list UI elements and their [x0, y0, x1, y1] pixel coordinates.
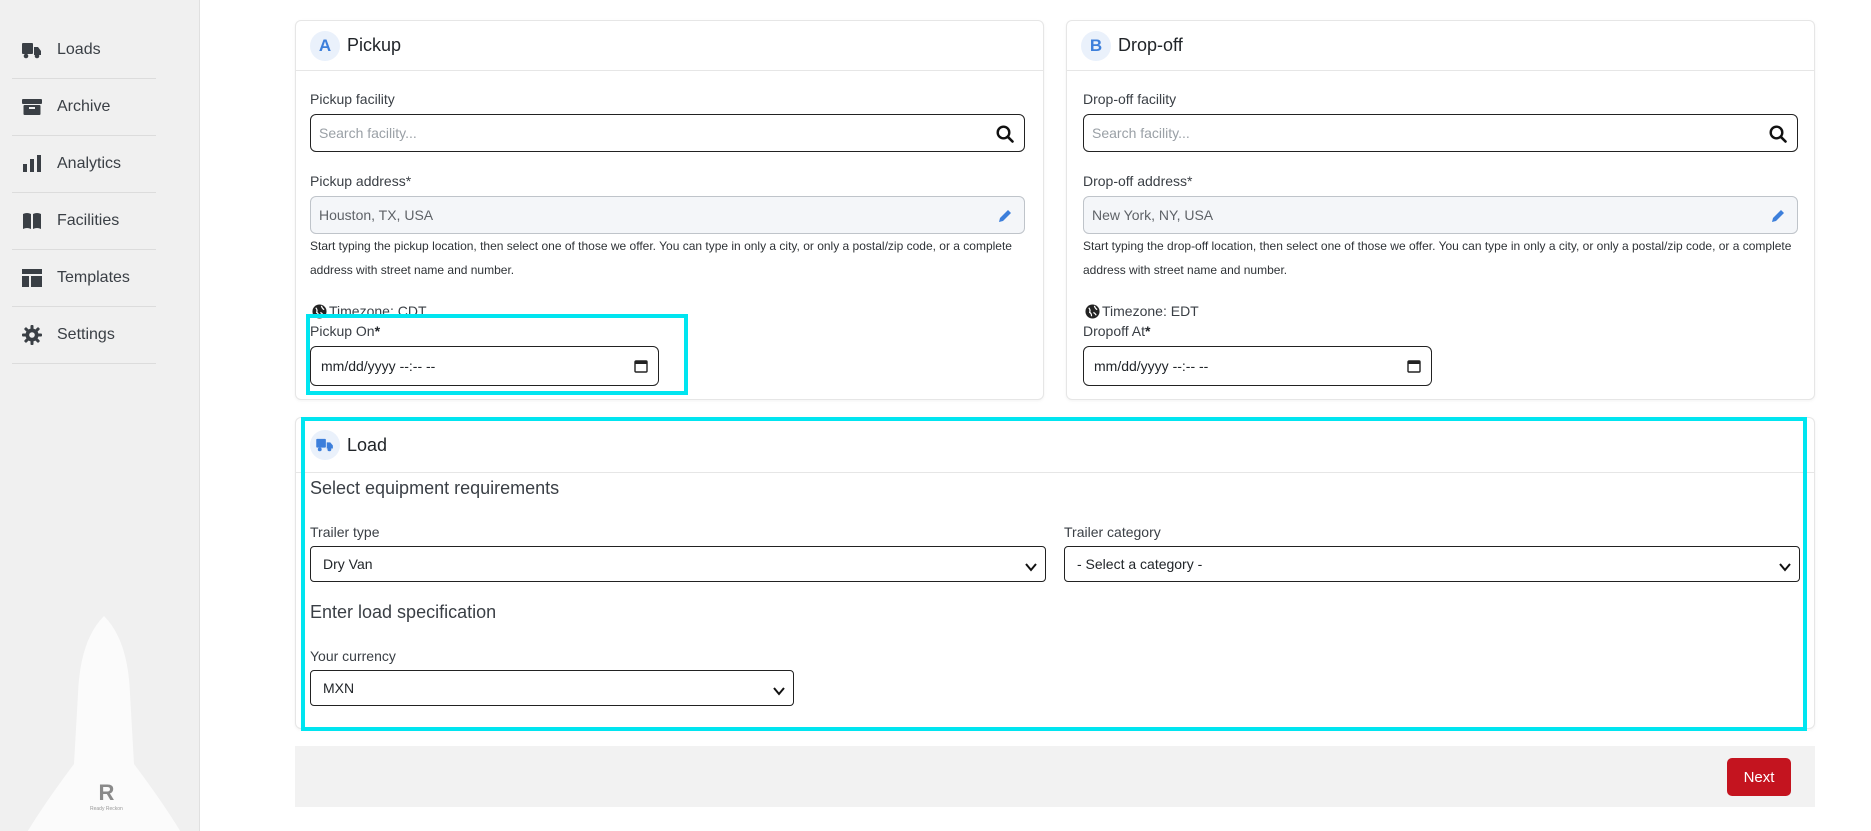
- load-title: Load: [347, 434, 388, 455]
- currency-value: MXN: [323, 680, 355, 696]
- pencil-icon[interactable]: [1768, 206, 1788, 226]
- sidebar-item-label: Templates: [57, 269, 130, 286]
- required-marker: *: [405, 173, 412, 189]
- required-marker: *: [374, 323, 381, 339]
- sidebar: Loads Archive Analytics Facilities Templ…: [0, 0, 200, 831]
- dropoff-facility-placeholder: Search facility...: [1092, 125, 1190, 141]
- dropoff-card-header: B Drop-off: [1067, 21, 1814, 71]
- required-marker: *: [1145, 323, 1151, 339]
- trailer-category-value: - Select a category -: [1077, 556, 1203, 572]
- trailer-category-label: Trailer category: [1064, 524, 1161, 540]
- next-button[interactable]: Next: [1727, 758, 1791, 796]
- dropoff-date-label-text: Dropoff At: [1083, 323, 1146, 339]
- pencil-icon[interactable]: [995, 206, 1015, 226]
- dropoff-date-label: Dropoff At*: [1083, 323, 1150, 339]
- load-card: Load Select equipment requirements Trail…: [295, 417, 1815, 729]
- load-card-header: Load: [296, 418, 1814, 473]
- sidebar-item-settings[interactable]: Settings: [12, 307, 156, 364]
- pickup-timezone: Timezone: CDT: [312, 303, 427, 319]
- dropoff-datetime-placeholder: mm/dd/yyyy --:-- --: [1094, 358, 1209, 374]
- spec-heading: Enter load specification: [310, 602, 497, 622]
- dropoff-timezone-text: Timezone: EDT: [1102, 303, 1199, 319]
- dropoff-facility-label: Drop-off facility: [1083, 91, 1177, 107]
- pickup-badge: A: [310, 30, 340, 61]
- globe-icon: [312, 303, 327, 319]
- calendar-icon[interactable]: [634, 359, 648, 376]
- pickup-address-value: Houston, TX, USA: [319, 207, 434, 223]
- truck-icon: [21, 39, 43, 61]
- dropoff-facility-search-input[interactable]: Search facility...: [1083, 114, 1798, 152]
- form-footer: Next: [295, 746, 1815, 807]
- sidebar-item-label: Settings: [57, 326, 115, 343]
- brand-text: Ready Reckon: [90, 806, 123, 812]
- pickup-title: Pickup: [347, 35, 402, 55]
- sidebar-item-label: Analytics: [57, 155, 122, 172]
- globe-icon: [1085, 303, 1100, 319]
- sidebar-item-facilities[interactable]: Facilities: [12, 193, 156, 250]
- app: Loads Archive Analytics Facilities Templ…: [0, 0, 1871, 831]
- dropoff-address-label: Drop-off address*: [1083, 173, 1192, 189]
- dropoff-address-field[interactable]: New York, NY, USA: [1083, 196, 1798, 234]
- pickup-card: A Pickup Pickup facility Search facility…: [295, 20, 1044, 400]
- bar-chart-icon: [21, 153, 43, 175]
- brand-logo: R Ready Reckon: [90, 780, 123, 813]
- dropoff-timezone: Timezone: EDT: [1085, 303, 1199, 319]
- pickup-facility-label: Pickup facility: [310, 91, 395, 107]
- dropoff-address-value: New York, NY, USA: [1092, 207, 1214, 223]
- pickup-card-header: A Pickup: [296, 21, 1043, 71]
- pickup-timezone-text: Timezone: CDT: [329, 303, 427, 319]
- sidebar-nav: Loads Archive Analytics Facilities Templ…: [12, 22, 156, 364]
- chevron-down-icon: [1779, 559, 1791, 575]
- pickup-facility-search-input[interactable]: Search facility...: [310, 114, 1025, 152]
- currency-label: Your currency: [310, 648, 396, 664]
- pickup-date-label-text: Pickup On: [310, 323, 375, 339]
- calendar-icon[interactable]: [1407, 359, 1421, 376]
- dropoff-card: B Drop-off Drop-off facility Search faci…: [1066, 20, 1815, 400]
- pickup-datetime-placeholder: mm/dd/yyyy --:-- --: [321, 358, 436, 374]
- sidebar-item-analytics[interactable]: Analytics: [12, 136, 156, 193]
- book-icon: [21, 210, 43, 232]
- sidebar-item-templates[interactable]: Templates: [12, 250, 156, 307]
- trailer-type-select[interactable]: Dry Van: [310, 546, 1046, 582]
- gear-icon: [21, 324, 43, 346]
- trailer-category-select[interactable]: - Select a category -: [1064, 546, 1800, 582]
- sidebar-item-label: Loads: [57, 41, 101, 58]
- truck-icon: [316, 438, 333, 452]
- pickup-help-line-2: address with street name and number.: [310, 263, 515, 277]
- pickup-date-label: Pickup On*: [310, 323, 380, 339]
- sidebar-item-loads[interactable]: Loads: [12, 22, 156, 79]
- main-content: A Pickup Pickup facility Search facility…: [200, 0, 1871, 831]
- equipment-heading: Select equipment requirements: [310, 478, 560, 498]
- dropoff-datetime-input[interactable]: mm/dd/yyyy --:-- --: [1083, 346, 1432, 386]
- layout-icon: [21, 267, 43, 289]
- search-icon[interactable]: [1768, 124, 1788, 144]
- pickup-datetime-input[interactable]: mm/dd/yyyy --:-- --: [310, 346, 659, 386]
- pickup-address-field[interactable]: Houston, TX, USA: [310, 196, 1025, 234]
- trailer-type-label: Trailer type: [310, 524, 380, 540]
- chevron-down-icon: [773, 683, 785, 699]
- chevron-down-icon: [1025, 559, 1037, 575]
- dropoff-help-line-1: Start typing the drop-off location, then…: [1083, 239, 1792, 253]
- dropoff-badge: B: [1081, 30, 1111, 61]
- trailer-type-value: Dry Van: [323, 556, 373, 572]
- archive-box-icon: [21, 96, 43, 118]
- sidebar-item-label: Archive: [57, 98, 111, 115]
- sidebar-item-archive[interactable]: Archive: [12, 79, 156, 136]
- brand-mark: R: [98, 780, 115, 805]
- pickup-facility-placeholder: Search facility...: [319, 125, 417, 141]
- dropoff-title: Drop-off: [1118, 35, 1183, 55]
- currency-select[interactable]: MXN: [310, 670, 794, 706]
- dropoff-help-line-2: address with street name and number.: [1083, 263, 1288, 277]
- required-marker: *: [1187, 173, 1193, 189]
- sidebar-item-label: Facilities: [57, 212, 120, 229]
- pickup-help-line-1: Start typing the pickup location, then s…: [310, 239, 1012, 253]
- pickup-address-label-text: Pickup address: [310, 173, 406, 189]
- pickup-address-label: Pickup address*: [310, 173, 411, 189]
- load-truck-badge: [310, 430, 340, 460]
- search-icon[interactable]: [995, 124, 1015, 144]
- dropoff-address-label-text: Drop-off address: [1083, 173, 1188, 189]
